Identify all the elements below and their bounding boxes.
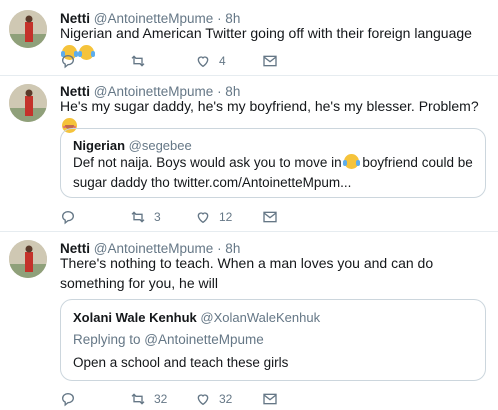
like-button[interactable]: 12 bbox=[195, 208, 232, 226]
retweet-count: 32 bbox=[154, 392, 168, 406]
tweet-1[interactable]: Netti @AntoinetteMpume · 8h Nigerian and… bbox=[0, 0, 498, 75]
retweet-icon bbox=[131, 211, 145, 223]
like-button[interactable]: 32 bbox=[195, 390, 232, 408]
reply-button[interactable] bbox=[60, 390, 84, 408]
like-count: 12 bbox=[219, 210, 233, 224]
message-icon bbox=[263, 211, 277, 223]
tweet-actions: 3 12 bbox=[60, 208, 300, 226]
reply-icon bbox=[61, 392, 75, 407]
replying-to-label: Replying to @AntoinetteMpume bbox=[73, 332, 264, 347]
tweet-2[interactable]: Netti @AntoinetteMpume · 8h He's my suga… bbox=[0, 76, 498, 231]
retweet-button[interactable]: 3 bbox=[130, 208, 161, 226]
reply-button[interactable] bbox=[60, 52, 84, 70]
tweet-3[interactable]: Netti @AntoinetteMpume · 8h There's noth… bbox=[0, 232, 498, 410]
retweet-count: 3 bbox=[154, 210, 161, 224]
retweet-button[interactable] bbox=[130, 52, 154, 70]
tweet-text-content: Nigerian and American Twitter going off … bbox=[60, 25, 472, 41]
like-icon bbox=[197, 394, 209, 406]
tweet-text: There's nothing to teach. When a man lov… bbox=[60, 255, 434, 291]
like-icon bbox=[197, 212, 209, 224]
quoted-tweet[interactable]: Nigerian @segebee Def not naija. Boys wo… bbox=[60, 128, 486, 198]
message-button[interactable] bbox=[262, 52, 278, 70]
like-button[interactable]: 4 bbox=[195, 52, 226, 70]
retweet-icon bbox=[131, 393, 145, 405]
avatar[interactable] bbox=[9, 240, 47, 278]
avatar[interactable] bbox=[9, 84, 47, 122]
tweet-text-content: He's my sugar daddy, he's my boyfriend, … bbox=[60, 98, 479, 114]
face-with-tears-of-joy-icon bbox=[342, 154, 360, 169]
quoted-text: Open a school and teach these girls bbox=[73, 355, 289, 370]
quoted-author: Nigerian @segebee bbox=[73, 138, 192, 153]
quoted-text: Def not naija. Boys would ask you to mov… bbox=[73, 153, 473, 193]
quoted-author-handle: @segebee bbox=[128, 138, 192, 153]
message-icon bbox=[263, 393, 277, 405]
message-button[interactable] bbox=[262, 208, 278, 226]
retweet-icon bbox=[131, 55, 145, 67]
avatar[interactable] bbox=[9, 10, 47, 48]
like-icon bbox=[197, 56, 209, 68]
retweet-button[interactable]: 32 bbox=[130, 390, 167, 408]
tweet-actions: 4 bbox=[60, 52, 300, 70]
message-icon bbox=[263, 55, 277, 67]
reply-icon bbox=[61, 210, 75, 225]
message-button[interactable] bbox=[262, 390, 278, 408]
quoted-author: Xolani Wale Kenhuk @XolanWaleKenhuk bbox=[73, 310, 320, 325]
quoted-author-name: Xolani Wale Kenhuk bbox=[73, 310, 197, 325]
quoted-author-handle: @XolanWaleKenhuk bbox=[200, 310, 321, 325]
reply-button[interactable] bbox=[60, 208, 84, 226]
quoted-author-name: Nigerian bbox=[73, 138, 126, 153]
quoted-tweet[interactable]: Xolani Wale Kenhuk @XolanWaleKenhuk Repl… bbox=[60, 299, 486, 381]
quoted-text-part-1: Def not naija. Boys would ask you to mov… bbox=[73, 155, 342, 170]
reply-icon bbox=[61, 54, 75, 69]
like-count: 4 bbox=[219, 54, 226, 68]
tweet-actions: 32 32 bbox=[60, 390, 300, 408]
like-count: 32 bbox=[219, 392, 233, 406]
